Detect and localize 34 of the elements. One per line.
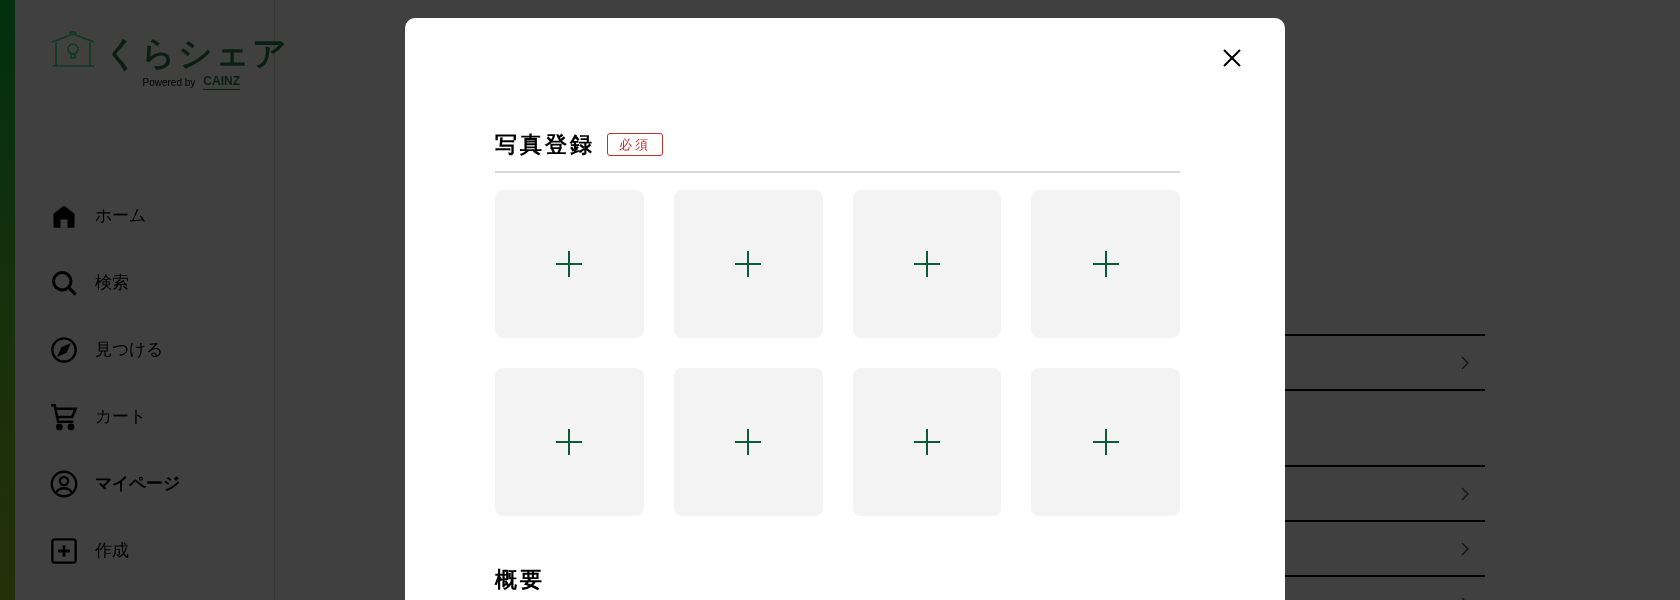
photo-upload-slot[interactable] (495, 190, 644, 338)
chevron-icon (1461, 541, 1469, 556)
photo-upload-slot[interactable] (852, 190, 1002, 338)
chevron-icon (1461, 355, 1469, 370)
plus-icon (912, 428, 941, 456)
photo-upload-slot[interactable] (1031, 368, 1180, 516)
sidebar-item[interactable]: 見つける (50, 336, 274, 364)
plus-icon (734, 250, 763, 278)
sidebar-item[interactable]: ホーム (50, 202, 274, 230)
sidebar-item[interactable]: 検索 (50, 269, 274, 297)
plus-icon (912, 250, 941, 278)
plus-icon (555, 250, 584, 278)
sidebar-item[interactable]: 作成 (50, 537, 274, 565)
plus-icon (1091, 428, 1120, 456)
photo-upload-slot[interactable] (673, 368, 823, 516)
plus-icon (734, 428, 763, 456)
sidebar-item[interactable]: カート (50, 403, 274, 431)
section-title: 写真登録 (495, 131, 595, 159)
add-icon (50, 537, 78, 565)
cart-icon (50, 403, 78, 431)
photo-upload-slot[interactable] (495, 368, 644, 516)
photo-upload-slot[interactable] (852, 368, 1002, 516)
user-icon (50, 470, 78, 498)
house-logo-icon (50, 30, 96, 70)
photo-upload-slot[interactable] (673, 190, 823, 338)
plus-icon (555, 428, 584, 456)
photo-upload-slot[interactable] (1031, 190, 1180, 338)
section-title: 概要 (495, 567, 545, 592)
compass-icon (50, 336, 78, 364)
plus-icon (1091, 250, 1120, 278)
sidebar-item[interactable]: マイページ (50, 470, 274, 498)
search-icon (50, 269, 78, 297)
required-badge: 必須 (607, 133, 663, 156)
chevron-icon (1461, 486, 1469, 501)
